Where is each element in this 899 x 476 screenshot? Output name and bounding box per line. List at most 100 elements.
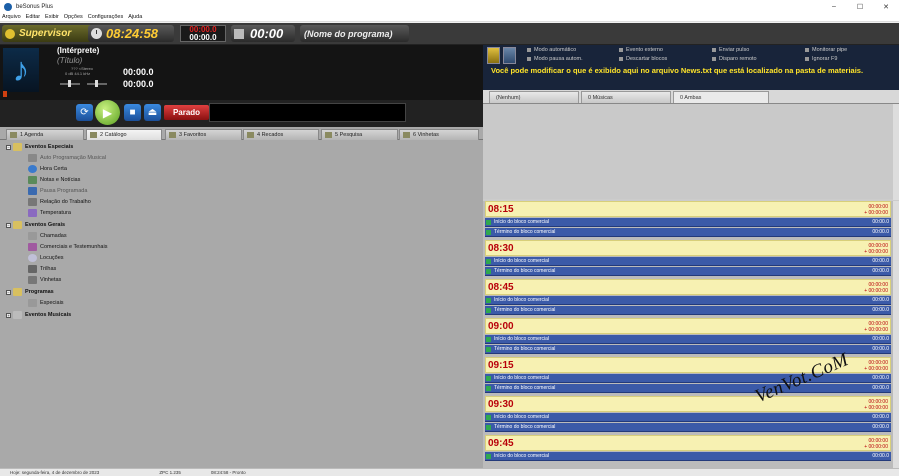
menu-ajuda[interactable]: Ajuda (128, 14, 142, 20)
hour-row[interactable]: 09:30 00:00:00 + 00:00:00 (485, 396, 891, 412)
opt-modo-pausa[interactable]: Modo pausa autom. (527, 56, 583, 62)
tree-programas[interactable]: − Programas (6, 287, 54, 297)
close-button[interactable]: ✕ (873, 0, 899, 13)
commercial-icon (28, 243, 37, 251)
status-toolbar: Supervisor 08:24:58 00:00.0 00:00.0 00:0… (0, 23, 899, 45)
opt-monitorar-pipe[interactable]: Monitorar pipe (805, 47, 847, 53)
block-start-row[interactable]: Início do bloco comercial 00:00.0 (485, 257, 891, 266)
block-start-row[interactable]: Início do bloco comercial 00:00.0 (485, 296, 891, 305)
agenda-icon (10, 132, 17, 138)
app-icon (4, 2, 12, 11)
maximize-button[interactable]: ☐ (847, 0, 873, 13)
clock-icon (91, 28, 102, 39)
user-icon (5, 28, 15, 39)
tab-musicas[interactable]: 0 Músicas (581, 91, 671, 103)
music-folder-icon (13, 311, 22, 319)
tab-agenda[interactable]: 1 Agenda (6, 129, 84, 140)
block-end-row[interactable]: Término do bloco comercial 00:00.0 (485, 384, 891, 393)
menu-arquivo[interactable]: Arquivo (2, 14, 21, 20)
program-icon (234, 28, 244, 39)
opt-enviar-pulso[interactable]: Enviar pulso (712, 47, 749, 53)
arrow-icon (486, 336, 491, 342)
counter-bottom: 00:00.0 (189, 32, 217, 42)
program-name: (Nome do programa) (304, 28, 393, 39)
folder-icon (13, 288, 22, 296)
category-tree: − Eventos Especiais Auto Programação Musi… (0, 142, 483, 332)
tree-hora-certa[interactable]: Hora Certa (28, 164, 67, 174)
block-end-row[interactable]: Término do bloco comercial 00:00.0 (485, 345, 891, 354)
eject-button[interactable]: ⏏ (144, 104, 161, 121)
tree-especiais[interactable]: Especiais (28, 298, 64, 308)
minimize-button[interactable]: – (821, 0, 847, 13)
tree-comerciais[interactable]: Comerciais e Testemunhais (28, 242, 107, 252)
play-button[interactable]: ▶ (95, 100, 120, 125)
schedule-scrollbar[interactable] (893, 201, 899, 468)
state-indicator: Parado (164, 105, 209, 120)
stop-button[interactable]: ■ (124, 104, 141, 121)
user-name: Supervisor (19, 28, 72, 39)
opt-ignorar-f9[interactable]: Ignorar F9 (805, 56, 837, 62)
user-badge[interactable]: Supervisor (2, 25, 102, 42)
tab-recados[interactable]: 4 Recados (243, 129, 319, 140)
microphone-icon (28, 254, 37, 262)
info-button[interactable] (503, 47, 516, 64)
block-start-row[interactable]: Início do bloco comercial 00:00.0 (485, 413, 891, 422)
tree-auto-prog[interactable]: Auto Programação Musical (28, 153, 106, 163)
tree-locucoes[interactable]: Locuções (28, 253, 64, 263)
status-version: ZPC 1.235 (159, 470, 181, 475)
tree-temperatura[interactable]: Temperatura (28, 208, 71, 218)
app-window: beSonus Plus – ☐ ✕ Arquivo Editar Exibir… (0, 0, 899, 476)
block-start-row[interactable]: Início do bloco comercial 00:00.0 (485, 452, 891, 461)
hour-row[interactable]: 09:00 00:00:00 + 00:00:00 (485, 318, 891, 334)
tab-nenhum[interactable]: (Nenhum) (489, 91, 579, 103)
hour-row[interactable]: 09:45 00:00:00 + 00:00:00 (485, 435, 891, 451)
tab-pesquisa[interactable]: 5 Pesquisa (321, 129, 398, 140)
tree-trilhas[interactable]: Trilhas (28, 264, 56, 274)
tree-notas[interactable]: Notas e Notícias (28, 175, 80, 185)
tab-vinhetas[interactable]: 6 Vinhetas (399, 129, 479, 140)
tree-eventos-musicais[interactable]: + Eventos Musicais (6, 310, 71, 320)
menu-opcoes[interactable]: Opções (64, 14, 83, 20)
tree-chamadas[interactable]: Chamadas (28, 231, 67, 241)
tab-favoritos[interactable]: 3 Favoritos (165, 129, 242, 140)
block-end-row[interactable]: Término do bloco comercial 00:00.0 (485, 267, 891, 276)
time-display: 00:00.0 00:00.0 (123, 66, 154, 90)
block-end-row[interactable]: Término do bloco comercial 00:00.0 (485, 423, 891, 432)
tree-relacao[interactable]: Relação do Trabalho (28, 197, 91, 207)
block-start-row[interactable]: Início do bloco comercial 00:00.0 (485, 218, 891, 227)
tree-eventos-gerais[interactable]: − Eventos Gerais (6, 220, 65, 230)
report-icon (28, 198, 37, 206)
block-end-row[interactable]: Término do bloco comercial 00:00.0 (485, 306, 891, 315)
opt-disparo-remoto[interactable]: Disparo remoto (712, 56, 757, 62)
schedule-list: 08:15 00:00:00 + 00:00:00 Início do bloco … (483, 201, 899, 468)
tree-eventos-especiais[interactable]: − Eventos Especiais (6, 142, 73, 152)
hour-row[interactable]: 08:15 00:00:00 + 00:00:00 (485, 201, 891, 217)
status-date: Hoje: segunda-feira, 4 de dezembro de 20… (10, 470, 100, 475)
tree-pausa[interactable]: Pausa Programada (28, 186, 87, 196)
news-button[interactable] (487, 47, 500, 64)
elapsed-time: 00:00.0 (123, 67, 154, 77)
menu-editar[interactable]: Editar (26, 14, 40, 20)
title-bar: beSonus Plus – ☐ ✕ (0, 0, 899, 13)
opt-evento-externo[interactable]: Evento externo (619, 47, 663, 53)
messages-icon (247, 132, 254, 138)
opt-modo-automatico[interactable]: Modo automático (527, 47, 576, 53)
block-end-row[interactable]: Término do bloco comercial 00:00.0 (485, 228, 891, 237)
music-list-scrollbar[interactable] (893, 104, 899, 200)
tab-catalogo[interactable]: 2 Catálogo (86, 129, 162, 140)
arrow-icon (486, 346, 491, 352)
hour-row[interactable]: 08:45 00:00:00 + 00:00:00 (485, 279, 891, 295)
status-bar: Hoje: segunda-feira, 4 de dezembro de 20… (0, 468, 899, 476)
news-message: Você pode modificar o que é exibido aqui… (491, 66, 864, 75)
tab-ambas[interactable]: 0 Ambas (673, 91, 769, 103)
volume-slider[interactable] (60, 80, 80, 87)
pitch-slider[interactable] (87, 80, 107, 87)
music-note-icon: ♪ (3, 48, 39, 92)
block-start-row[interactable]: Início do bloco comercial 00:00.0 (485, 335, 891, 344)
opt-descartar-blocos[interactable]: Descartar blocos (619, 56, 667, 62)
menu-exibir[interactable]: Exibir (45, 14, 59, 20)
tree-vinhetas[interactable]: Vinhetas (28, 275, 61, 285)
menu-configuracoes[interactable]: Configurações (88, 14, 123, 20)
repeat-button[interactable]: ⟳ (76, 104, 93, 121)
hour-row[interactable]: 08:30 00:00:00 + 00:00:00 (485, 240, 891, 256)
